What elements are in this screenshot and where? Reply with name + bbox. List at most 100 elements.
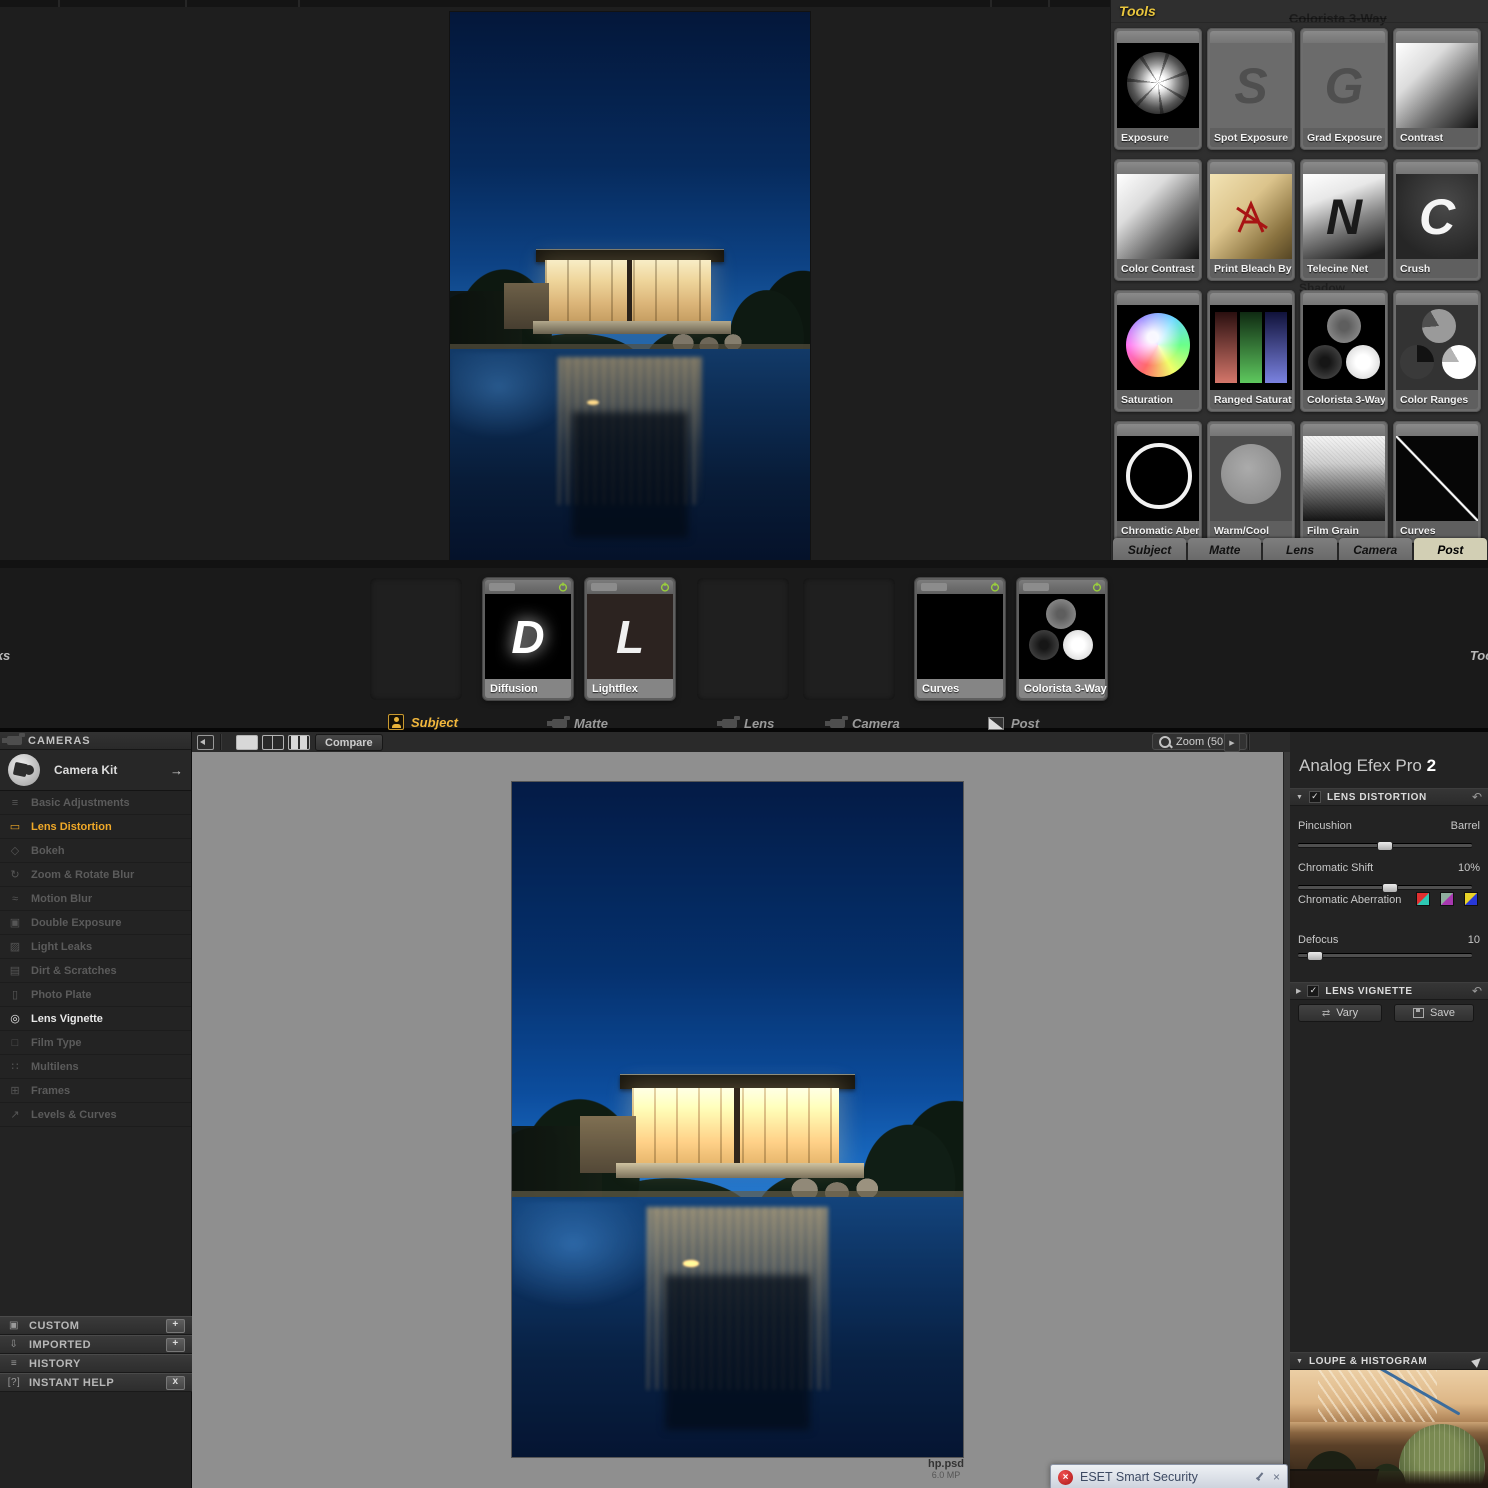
history-section-bar[interactable]: HISTORY bbox=[0, 1354, 192, 1373]
tool-tile-color-ranges[interactable]: Color Ranges bbox=[1393, 290, 1481, 412]
reset-icon[interactable]: ↶ bbox=[1472, 984, 1482, 998]
compare-button[interactable]: Compare bbox=[315, 734, 383, 751]
collapse-arrow-icon[interactable]: ▼ bbox=[1296, 1358, 1303, 1365]
close-button[interactable]: x bbox=[166, 1375, 185, 1390]
save-button[interactable]: Save bbox=[1394, 1004, 1474, 1022]
custom-section-bar[interactable]: CUSTOM + bbox=[0, 1316, 192, 1335]
instant-help-bar[interactable]: INSTANT HELP x bbox=[0, 1373, 192, 1392]
single-view-icon[interactable] bbox=[236, 735, 258, 750]
strip-tab-subject[interactable]: Subject bbox=[388, 714, 458, 730]
tab-subject[interactable]: Subject bbox=[1113, 538, 1187, 561]
tile-label: Telecine Net bbox=[1303, 259, 1385, 278]
sidebar-item-multilens[interactable]: Multilens bbox=[0, 1055, 191, 1079]
lens-distortion-section-header[interactable]: ▼ ✓ LENS DISTORTION ↶ bbox=[1290, 788, 1488, 806]
chromatic-shift-slider[interactable] bbox=[1298, 883, 1472, 893]
strip-tab-camera[interactable]: Camera bbox=[825, 716, 900, 731]
green-magenta-swatch[interactable] bbox=[1440, 892, 1454, 906]
tile-header bbox=[1396, 31, 1478, 43]
tool-tile-spot-exposure[interactable]: S Spot Exposure bbox=[1207, 28, 1295, 150]
sidebar-item-photo-plate[interactable]: Photo Plate bbox=[0, 983, 191, 1007]
chain-tile-diffusion[interactable]: D Diffusion bbox=[483, 578, 573, 700]
pin-icon[interactable] bbox=[1255, 1472, 1265, 1482]
bokeh-icon bbox=[8, 844, 22, 857]
tool-tile-grad-exposure[interactable]: G Grad Exposure bbox=[1300, 28, 1388, 150]
letter-c-icon: C bbox=[1396, 174, 1478, 259]
slider-thumb[interactable] bbox=[1377, 841, 1393, 851]
sidebar-item-lens-vignette[interactable]: Lens Vignette bbox=[0, 1007, 191, 1031]
letter-n-icon: N bbox=[1303, 174, 1385, 259]
tool-tile-warm-cool[interactable]: Warm/Cool bbox=[1207, 421, 1295, 543]
sidebar-item-zoom-rotate-blur[interactable]: Zoom & Rotate Blur bbox=[0, 863, 191, 887]
camera-kit-row[interactable]: Camera Kit → bbox=[0, 750, 191, 791]
tab-matte[interactable]: Matte bbox=[1188, 538, 1262, 561]
tile-header bbox=[1210, 162, 1292, 174]
vary-button[interactable]: ⇄ Vary bbox=[1298, 1004, 1382, 1022]
loupe-histogram-section-header[interactable]: ▼ LOUPE & HISTOGRAM bbox=[1290, 1352, 1488, 1370]
zoom-dropdown-arrow[interactable]: ▶ bbox=[1224, 733, 1240, 752]
strip-tab-lens[interactable]: Lens bbox=[717, 716, 774, 731]
sidebar-item-light-leaks[interactable]: Light Leaks bbox=[0, 935, 191, 959]
chain-tile-curves[interactable]: Curves bbox=[915, 578, 1005, 700]
tab-lens[interactable]: Lens bbox=[1263, 538, 1337, 561]
distortion-slider[interactable] bbox=[1298, 841, 1472, 851]
reset-icon[interactable]: ↶ bbox=[1472, 790, 1482, 804]
tool-tile-crush[interactable]: C Crush bbox=[1393, 159, 1481, 281]
split-view-icon[interactable] bbox=[262, 735, 284, 750]
tools-category-tabs: Subject Matte Lens Camera Post bbox=[1113, 538, 1488, 561]
tool-tile-saturation[interactable]: Saturation bbox=[1114, 290, 1202, 412]
chain-tile-colorista[interactable]: Colorista 3-Way bbox=[1017, 578, 1107, 700]
sidebar-item-levels-curves[interactable]: Levels & Curves bbox=[0, 1103, 191, 1127]
tile-header bbox=[1117, 293, 1199, 305]
tool-tile-color-contrast[interactable]: Color Contrast bbox=[1114, 159, 1202, 281]
frames-icon bbox=[8, 1084, 22, 1097]
sidebar-item-motion-blur[interactable]: Motion Blur bbox=[0, 887, 191, 911]
three-circles-icon bbox=[1303, 305, 1385, 390]
slider-thumb[interactable] bbox=[1382, 883, 1399, 893]
tool-tile-contrast[interactable]: Contrast bbox=[1393, 28, 1481, 150]
tool-tile-film-grain[interactable]: Film Grain bbox=[1300, 421, 1388, 543]
enabled-checkbox[interactable]: ✓ bbox=[1307, 985, 1320, 997]
tool-tile-curves[interactable]: Curves bbox=[1393, 421, 1481, 543]
red-cyan-swatch[interactable] bbox=[1416, 892, 1430, 906]
eset-notification[interactable]: × ESET Smart Security × bbox=[1050, 1464, 1288, 1488]
close-icon[interactable]: × bbox=[1273, 1470, 1280, 1484]
defocus-slider[interactable] bbox=[1298, 951, 1472, 961]
imported-section-bar[interactable]: IMPORTED + bbox=[0, 1335, 192, 1354]
slider-thumb[interactable] bbox=[1307, 951, 1324, 961]
rotate-icon bbox=[8, 868, 22, 881]
sidebar-item-bokeh[interactable]: Bokeh bbox=[0, 839, 191, 863]
enabled-checkbox[interactable]: ✓ bbox=[1308, 791, 1321, 803]
tool-tile-chromatic-aberration[interactable]: Chromatic Aberration bbox=[1114, 421, 1202, 543]
preview-image-main[interactable] bbox=[512, 782, 963, 1457]
sidebar-item-basic-adjustments[interactable]: Basic Adjustments bbox=[0, 791, 191, 815]
sidebar-item-frames[interactable]: Frames bbox=[0, 1079, 191, 1103]
tool-tile-telecine-net[interactable]: N Telecine Net bbox=[1300, 159, 1388, 281]
strip-tab-post[interactable]: Post bbox=[988, 716, 1039, 731]
strip-tab-matte[interactable]: Matte bbox=[547, 716, 608, 731]
add-button[interactable]: + bbox=[166, 1337, 185, 1352]
collapse-arrow-icon[interactable]: ▼ bbox=[1296, 794, 1303, 801]
tab-camera[interactable]: Camera bbox=[1338, 538, 1412, 561]
tile-label: Saturation bbox=[1117, 390, 1199, 409]
sidebar-item-dirt-scratches[interactable]: Dirt & Scratches bbox=[0, 959, 191, 983]
tool-tile-colorista-3way[interactable]: Colorista 3-Way bbox=[1300, 290, 1388, 412]
tab-post[interactable]: Post bbox=[1413, 538, 1488, 561]
chromatic-shift-row: Chromatic Shift 10% bbox=[1298, 862, 1480, 874]
side-by-side-view-icon[interactable] bbox=[288, 735, 310, 750]
sidebar-item-film-type[interactable]: Film Type bbox=[0, 1031, 191, 1055]
tool-tile-exposure[interactable]: Exposure bbox=[1114, 28, 1202, 150]
collapsed-arrow-icon[interactable]: ▶ bbox=[1296, 987, 1301, 995]
hide-panel-icon[interactable] bbox=[197, 735, 214, 750]
chain-tile-lightflex[interactable]: L Lightflex bbox=[585, 578, 675, 700]
yellow-blue-swatch[interactable] bbox=[1464, 892, 1478, 906]
add-button[interactable]: + bbox=[166, 1318, 185, 1333]
sidebar-item-double-exposure[interactable]: Double Exposure bbox=[0, 911, 191, 935]
tool-tile-print-bleach-bypass[interactable]: Print Bleach Bypass bbox=[1207, 159, 1295, 281]
arrow-right-icon[interactable]: → bbox=[170, 763, 183, 778]
lens-vignette-section-header[interactable]: ▶ ✓ LENS VIGNETTE ↶ bbox=[1290, 982, 1488, 1000]
editor-canvas[interactable]: hp.psd 6.0 MP bbox=[192, 752, 1283, 1488]
cursor-pin-icon[interactable] bbox=[1471, 1354, 1484, 1368]
loupe-preview[interactable] bbox=[1290, 1370, 1488, 1488]
tool-tile-ranged-saturation[interactable]: Ranged Saturation bbox=[1207, 290, 1295, 412]
sidebar-item-lens-distortion[interactable]: Lens Distortion bbox=[0, 815, 191, 839]
